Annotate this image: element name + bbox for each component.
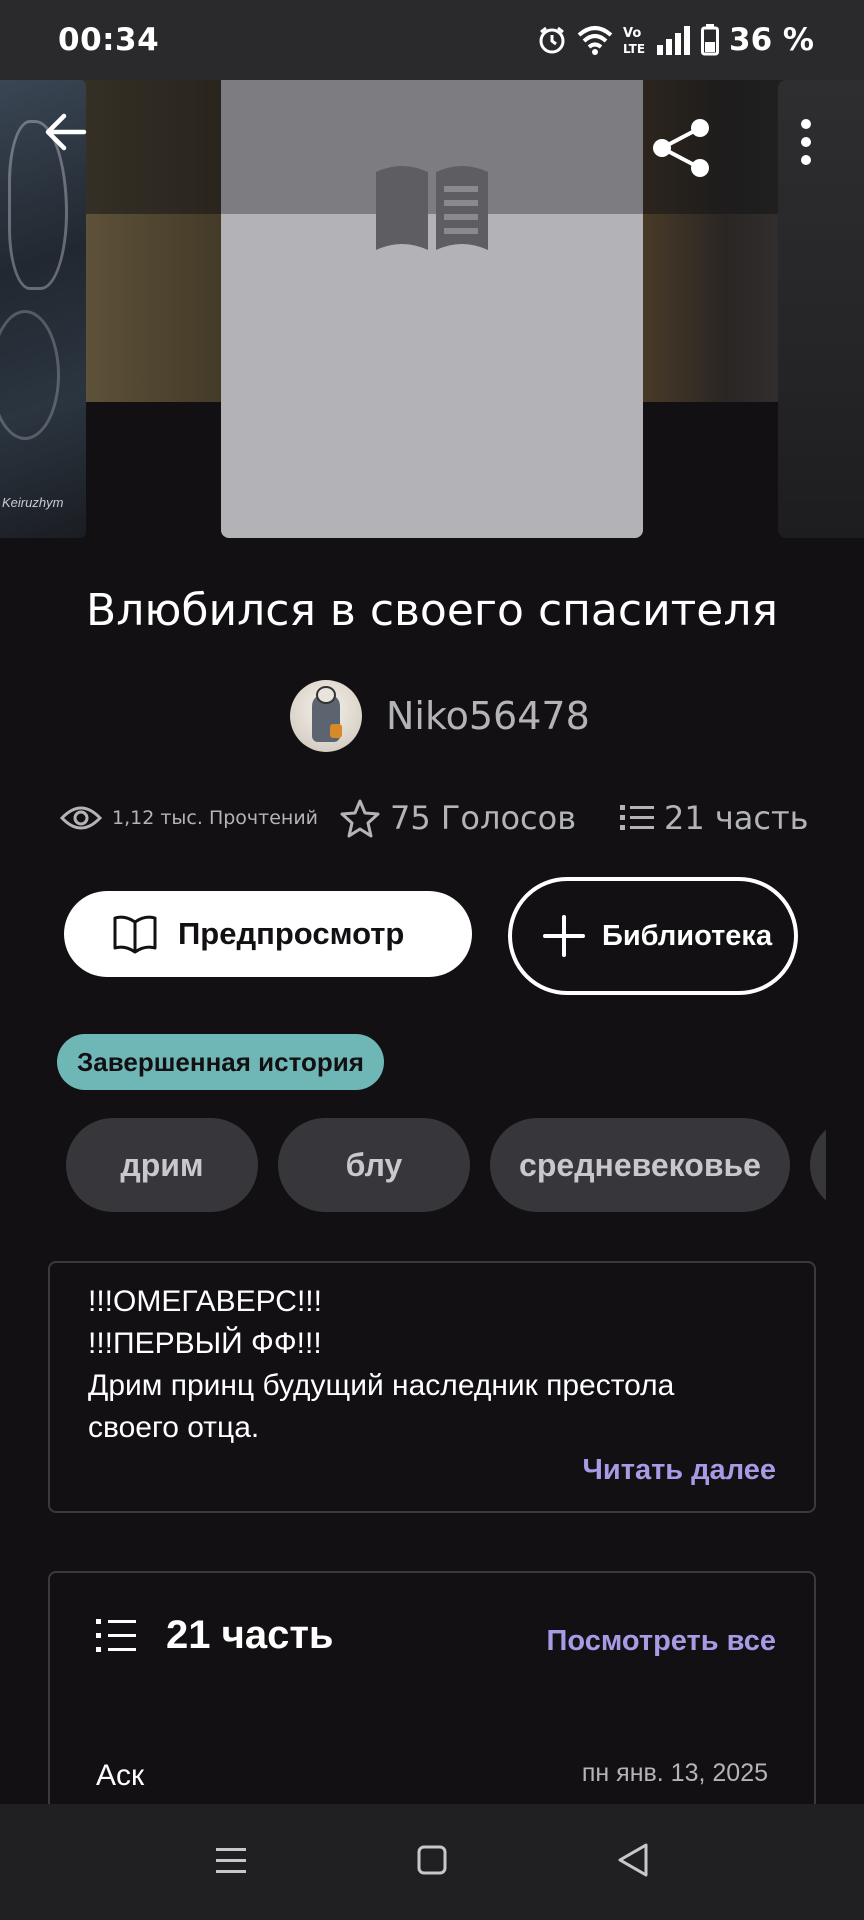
svg-text:LTE: LTE: [623, 42, 645, 56]
description-line: своего отца.: [88, 1411, 260, 1444]
part-date: пн янв. 13, 2025: [581, 1759, 768, 1787]
eye-icon: [60, 806, 102, 830]
description-line: !!!ПЕРВЫЙ ФФ!!!: [88, 1327, 322, 1360]
tag-chip[interactable]: блу: [278, 1118, 470, 1212]
plus-icon: [543, 915, 585, 957]
alarm-icon: [537, 25, 567, 55]
triangle-back-icon: [618, 1843, 648, 1876]
reads-count: 1,12 тыс. Прочтений: [112, 807, 319, 829]
see-all-link[interactable]: Посмотреть все: [547, 1625, 776, 1658]
parts-count: 21 часть: [664, 799, 809, 837]
description-card[interactable]: !!!ОМЕГАВЕРС!!! !!!ПЕРВЫЙ ФФ!!! Дрим при…: [48, 1261, 816, 1513]
description-line: !!!ОМЕГАВЕРС!!!: [88, 1285, 322, 1318]
library-label: Библиотека: [602, 920, 773, 952]
preview-button[interactable]: Предпросмотр: [64, 891, 472, 977]
star-icon: [340, 799, 380, 838]
reads-stat: 1,12 тыс. Прочтений: [60, 804, 340, 832]
part-title[interactable]: Аск: [96, 1759, 144, 1793]
completed-badge: Завершенная история: [57, 1034, 384, 1090]
battery-level: 36 %: [729, 22, 814, 58]
more-options-button[interactable]: [796, 118, 816, 166]
tag-chip[interactable]: [810, 1118, 826, 1212]
system-nav-bar: [0, 1804, 864, 1920]
share-button[interactable]: [650, 116, 714, 180]
arrow-left-icon: [45, 113, 87, 151]
tag-chip[interactable]: средневековье: [490, 1118, 790, 1212]
add-to-library-button[interactable]: Библиотека: [508, 877, 798, 995]
tag-chip[interactable]: дрим: [66, 1118, 258, 1212]
menu-icon: [216, 1847, 246, 1873]
parts-stat: 21 часть: [620, 799, 809, 837]
status-bar: 00:34 Vo LTE 36 %: [0, 0, 864, 80]
book-placeholder-icon: [376, 166, 488, 250]
author-name[interactable]: Niko56478: [386, 694, 590, 738]
back-button[interactable]: [44, 112, 88, 152]
list-icon: [96, 1618, 136, 1652]
main-cover[interactable]: [221, 80, 643, 538]
story-title: Влюбился в своего спасителя: [86, 585, 778, 636]
more-vertical-icon: [801, 119, 811, 165]
battery-icon: [701, 24, 719, 56]
next-cover[interactable]: [778, 80, 864, 538]
author-avatar[interactable]: [290, 680, 362, 752]
author-link[interactable]: Niko56478: [290, 680, 590, 752]
tags-row[interactable]: дрим блу средневековье: [66, 1118, 826, 1214]
share-icon: [653, 119, 709, 177]
preview-label: Предпросмотр: [178, 916, 405, 951]
parts-title: 21 часть: [166, 1613, 334, 1657]
wifi-icon: [577, 25, 613, 55]
cover-carousel[interactable]: Keiruzhym: [0, 80, 864, 540]
open-book-icon: [113, 915, 157, 954]
read-more-link[interactable]: Читать далее: [583, 1454, 776, 1487]
status-icons: Vo LTE 36 %: [537, 22, 814, 58]
stats-row: 1,12 тыс. Прочтений 75 Голосов 21 часть: [60, 790, 820, 846]
votes-stat: 75 Голосов: [340, 798, 620, 838]
cover-signature: Keiruzhym: [2, 495, 64, 510]
signal-icon: [655, 25, 691, 55]
votes-count: 75 Голосов: [390, 799, 577, 837]
volte-icon: Vo LTE: [623, 24, 645, 56]
description-line: Дрим принц будущий наследник престола: [88, 1369, 675, 1402]
avatar-head: [316, 686, 336, 704]
cover-art: [0, 310, 60, 440]
avatar-accent: [330, 724, 342, 738]
status-time: 00:34: [58, 22, 160, 58]
back-nav-button[interactable]: [616, 1842, 650, 1883]
recent-apps-button[interactable]: [214, 1845, 248, 1880]
svg-text:Vo: Vo: [623, 26, 641, 41]
square-icon: [417, 1845, 447, 1874]
home-button[interactable]: [416, 1844, 448, 1881]
parts-header: 21 часть: [96, 1613, 334, 1658]
list-icon: [620, 805, 654, 830]
